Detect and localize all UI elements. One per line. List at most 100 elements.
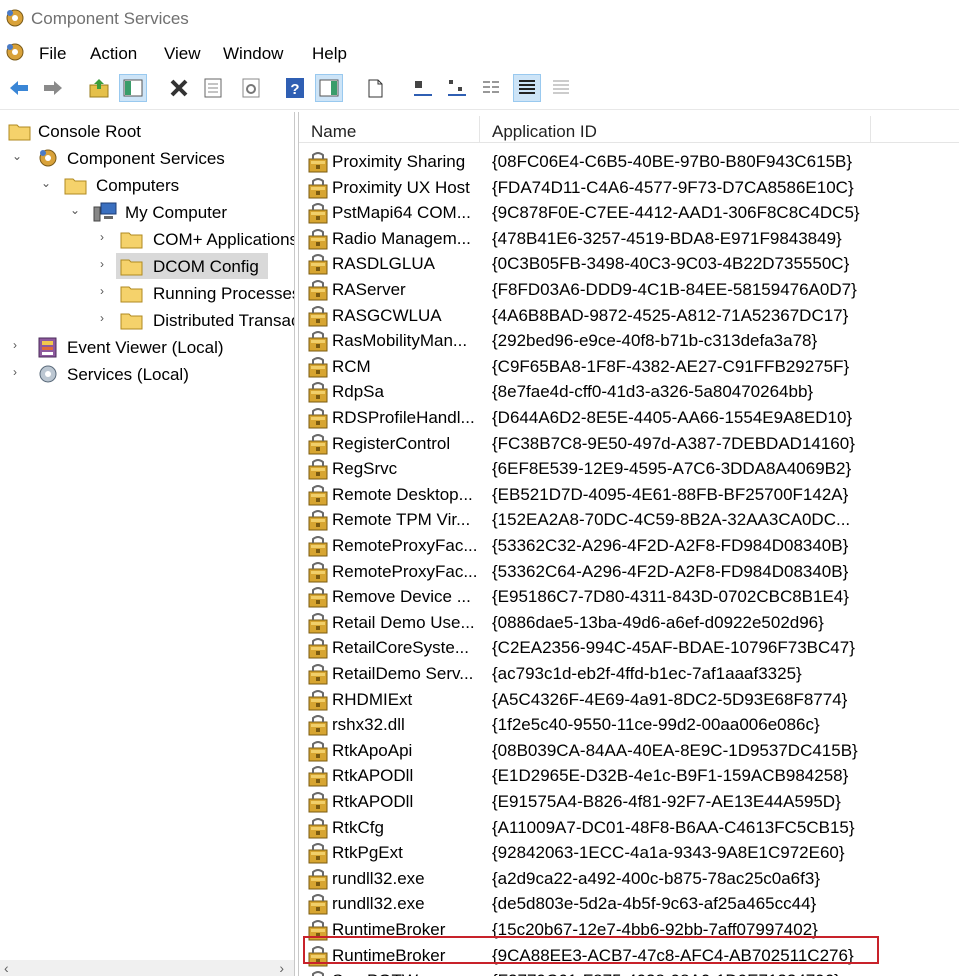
delete-icon[interactable] [166, 75, 192, 101]
row-name: RetailCoreSyste... [332, 638, 469, 658]
row-application-id: {292bed96-e9ce-40f8-b71b-c313defa3a78} [492, 331, 818, 351]
back-icon[interactable] [6, 75, 32, 101]
properties-icon[interactable] [200, 75, 226, 101]
list-item[interactable]: RemoteProxyFac... {53362C64-A296-4F2D-A2F… [299, 559, 959, 585]
chevron-right-icon[interactable]: › [100, 257, 112, 271]
list-view-icon[interactable] [478, 75, 504, 101]
list-item[interactable]: Retail Demo Use... {0886dae5-13ba-49d6-a6… [299, 610, 959, 636]
list-item[interactable]: RetailDemo Serv... {ac793c1d-eb2f-4ffd-b1… [299, 661, 959, 687]
row-name: RtkAPODll [332, 792, 414, 811]
row-application-id: {FC38B7C8-9E50-497d-A387-7DEBDAD14160} [492, 433, 855, 453]
list-item[interactable]: Proximity UX Host {FDA74D11-C4A6-4577-9F7… [299, 175, 959, 201]
list-item[interactable]: RegSrvc {6EF8E539-12E9-4595-A7C6-3DDA8A40… [299, 456, 959, 482]
list-item[interactable]: RtkPgExt {92842063-1ECC-4a1a-9343-9A8E1C9… [299, 840, 959, 866]
row-name: Remote TPM Vir... [332, 510, 471, 530]
list-item[interactable]: PstMapi64 COM... {9C878F0E-C7EE-4412-AAD1… [299, 200, 959, 226]
folder-icon [120, 309, 144, 333]
list-item[interactable]: RtkApoApi {08B039CA-84AA-40EA-8E9C-1D9537… [299, 738, 959, 764]
list-item[interactable]: RDSProfileHandl... {D644A6D2-8E5E-4405-AA… [299, 405, 959, 431]
chevron-right-icon[interactable]: › [100, 284, 112, 298]
list-header: Name Application ID [299, 116, 959, 143]
new-icon[interactable] [362, 75, 388, 101]
tree-item-component-services[interactable]: ⌄ Component Services [0, 145, 294, 171]
chevron-down-icon[interactable]: ⌄ [41, 176, 53, 190]
list-item[interactable]: RasMobilityMan... {292bed96-e9ce-40f8-b71… [299, 328, 959, 354]
list-item[interactable]: RASGCWLUA {4A6B8BAD-9872-4525-A812-71A523… [299, 303, 959, 329]
menu-help[interactable]: Help [312, 44, 347, 64]
tree-item-dcom-config[interactable]: › DCOM Config [0, 253, 294, 279]
tree-item-distributed-transaction-coordinator[interactable]: › Distributed Transaction Coordinator [0, 307, 294, 333]
list-item[interactable]: RASDLGLUA {0C3B05FB-3498-40C3-9C03-4B22D7… [299, 251, 959, 277]
forward-icon[interactable] [40, 75, 66, 101]
list-item[interactable]: rundll32.exe {de5d803e-5d2a-4b5f-9c63-af2… [299, 891, 959, 917]
chevron-right-icon[interactable]: › [100, 311, 112, 325]
row-name: rshx32.dll [332, 715, 405, 735]
system-menu-icon[interactable] [4, 41, 26, 68]
detail-properties-icon[interactable] [548, 75, 574, 101]
list-item[interactable]: rundll32.exe {a2d9ca22-a492-400c-b875-78a… [299, 866, 959, 892]
folder-icon [8, 120, 32, 147]
list-item[interactable]: Remote Desktop... {EB521D7D-4095-4E61-88F… [299, 482, 959, 508]
list-item[interactable]: Radio Managem... {478B41E6-3257-4519-BDA8… [299, 226, 959, 252]
tree-item-services[interactable]: › Services (Local) [0, 361, 294, 387]
row-application-id: {152EA2A8-70DC-4C59-8B2A-32AA3CA0DC... [492, 510, 851, 530]
row-application-id: {EB521D7D-4095-4E61-88FB-BF25700F142A} [492, 484, 849, 504]
row-application-id: {08B039CA-84AA-40EA-8E9C-1D9537DC415B} [492, 740, 858, 760]
list-item[interactable]: Proximity Sharing {08FC06E4-C6B5-40BE-97B… [299, 149, 959, 175]
menu-action[interactable]: Action [90, 44, 137, 64]
column-header-name[interactable]: Name [299, 116, 480, 142]
scroll-left-icon[interactable]: ‹ [4, 960, 9, 976]
list-item[interactable]: SamPOTW {F3770C61-F875-4038-98A0-1D9E7133… [299, 968, 959, 976]
column-header-application-id[interactable]: Application ID [480, 116, 871, 142]
chevron-right-icon[interactable]: › [13, 338, 25, 352]
list-item[interactable]: rshx32.dll {1f2e5c40-9550-11ce-99d2-00aa0… [299, 712, 959, 738]
list-item[interactable]: Remove Device ... {E95186C7-7D80-4311-843… [299, 584, 959, 610]
list-item[interactable]: RAServer {F8FD03A6-DDD9-4C1B-84EE-5815947… [299, 277, 959, 303]
list-item[interactable]: RemoteProxyFac... {53362C32-A296-4F2D-A2F… [299, 533, 959, 559]
list-item[interactable]: RtkAPODll {E91575A4-B826-4f81-92F7-AE13E4… [299, 789, 959, 815]
refresh-icon[interactable] [238, 75, 264, 101]
row-application-id: {0C3B05FB-3498-40C3-9C03-4B22D735550C} [492, 254, 850, 274]
list-item[interactable]: RetailCoreSyste... {C2EA2356-994C-45AF-BD… [299, 635, 959, 661]
details-view-icon[interactable] [513, 74, 541, 102]
tree-item-console-root[interactable]: Console Root [0, 118, 294, 144]
tree-item-running-processes[interactable]: › Running Processes [0, 280, 294, 306]
list-item[interactable]: Remote TPM Vir... {152EA2A8-70DC-4C59-8B2… [299, 507, 959, 533]
list-item[interactable]: RegisterControl {FC38B7C8-9E50-497d-A387-… [299, 431, 959, 457]
tree-item-com-applications[interactable]: › COM+ Applications [0, 226, 294, 252]
list-item[interactable]: RCM {C9F65BA8-1F8F-4382-AE27-C91FFB29275F… [299, 354, 959, 380]
title-bar: Component Services [0, 0, 959, 37]
list-item[interactable]: RHDMIExt {A5C4326F-4E69-4a91-8DC2-5D93E68… [299, 687, 959, 713]
annotation-highlight-box [303, 936, 879, 964]
row-name: Proximity Sharing [332, 152, 466, 171]
row-application-id: {9C878F0E-C7EE-4412-AAD1-306F8C8C4DC5} [492, 203, 860, 223]
small-icons-icon[interactable] [444, 75, 470, 101]
chevron-down-icon[interactable]: ⌄ [70, 203, 82, 217]
action-pane-icon[interactable] [315, 74, 343, 102]
menu-view[interactable]: View [164, 44, 201, 64]
row-name: Proximity UX Host [332, 177, 470, 197]
tree-horizontal-scrollbar[interactable]: ‹ › [0, 960, 294, 976]
chevron-down-icon[interactable]: ⌄ [12, 149, 24, 163]
tree-item-computers[interactable]: ⌄ Computers [0, 172, 294, 198]
row-application-id: {A11009A7-DC01-48F8-B6AA-C4613FC5CB15} [492, 817, 855, 837]
chevron-right-icon[interactable]: › [100, 230, 112, 244]
show-hide-tree-icon[interactable] [119, 74, 147, 102]
row-name: RAServer [332, 280, 406, 299]
up-folder-icon[interactable] [86, 75, 112, 101]
tree-item-my-computer[interactable]: ⌄ My Computer [0, 199, 294, 225]
list-item[interactable]: RtkCfg {A11009A7-DC01-48F8-B6AA-C4613FC5C… [299, 815, 959, 841]
list-item[interactable]: RdpSa {8e7fae4d-cff0-41d3-a326-5a80470264… [299, 379, 959, 405]
scroll-right-icon[interactable]: › [279, 960, 284, 976]
menu-file[interactable]: File [39, 44, 66, 64]
tree-item-event-viewer[interactable]: › Event Viewer (Local) [0, 334, 294, 360]
large-icons-icon[interactable] [410, 75, 436, 101]
chevron-right-icon[interactable]: › [13, 365, 25, 379]
menu-window[interactable]: Window [223, 44, 283, 64]
component-services-icon [4, 7, 26, 34]
row-application-id: {92842063-1ECC-4a1a-9343-9A8E1C972E60} [492, 843, 845, 863]
row-application-id: {E91575A4-B826-4f81-92F7-AE13E44A595D} [492, 792, 841, 811]
help-icon[interactable]: ? [282, 75, 308, 101]
row-name: RasMobilityMan... [332, 331, 468, 351]
list-item[interactable]: RtkAPODll {E1D2965E-D32B-4e1c-B9F1-159ACB… [299, 763, 959, 789]
